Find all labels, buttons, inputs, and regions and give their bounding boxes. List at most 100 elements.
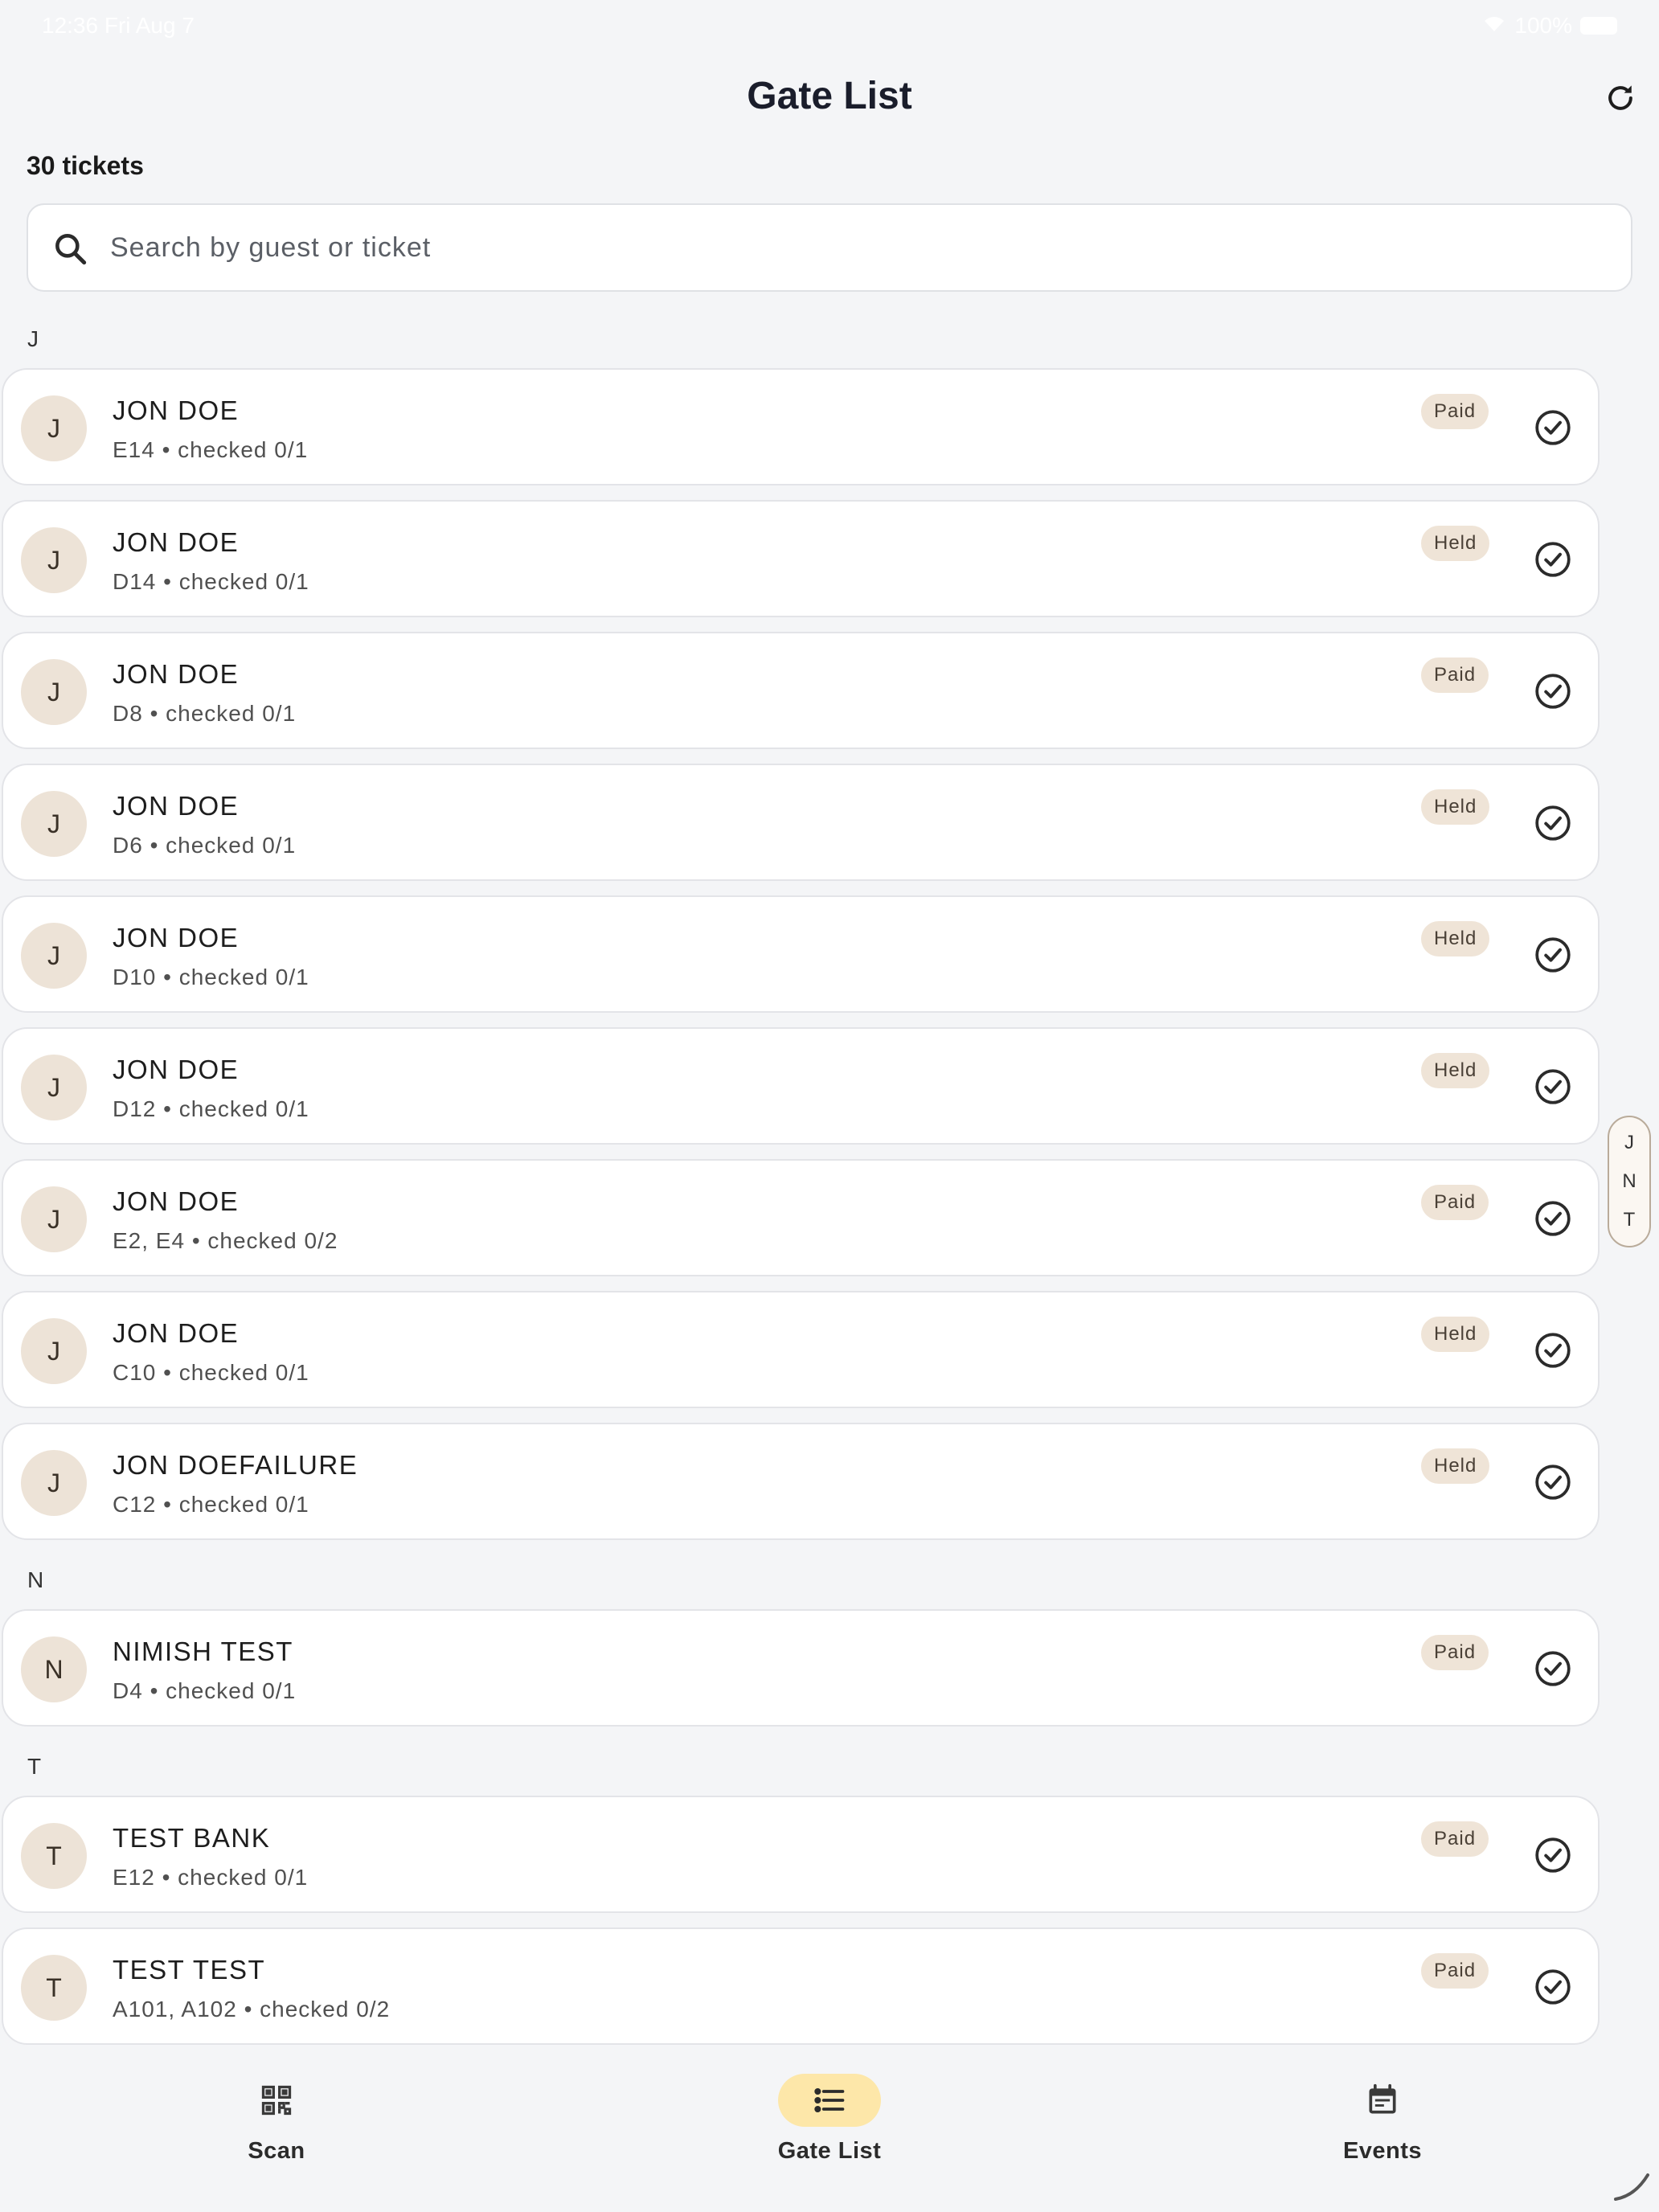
list-item[interactable]: T TEST TEST A101, A102 • checked 0/2 Paid	[2, 1927, 1600, 2045]
ticket-detail: D8 • checked 0/1	[113, 701, 297, 726]
list-item[interactable]: T TEST BANK E12 • checked 0/1 Paid	[2, 1796, 1600, 1913]
status-badge: Paid	[1421, 1953, 1489, 1989]
bottom-tab-bar: Scan Gate List Events	[0, 2056, 1659, 2212]
tab-events-icon-wrap	[1331, 2074, 1434, 2127]
index-letter[interactable]: N	[1622, 1170, 1636, 1193]
index-letter[interactable]: T	[1624, 1209, 1636, 1231]
status-badge: Paid	[1421, 1635, 1489, 1670]
avatar: J	[21, 791, 87, 857]
guest-name: JON DOE	[113, 1055, 240, 1084]
tab-gate-list-label: Gate List	[777, 2138, 882, 2164]
avatar: J	[21, 1318, 87, 1384]
refresh-button[interactable]	[1603, 80, 1638, 116]
avatar: J	[21, 1055, 87, 1120]
tab-scan-label: Scan	[248, 2138, 305, 2164]
list-icon	[814, 2087, 845, 2113]
list-item[interactable]: J JON DOE D6 • checked 0/1 Held	[2, 764, 1600, 881]
avatar: T	[21, 1955, 87, 2021]
status-badge: Held	[1421, 789, 1490, 825]
guest-name: TEST BANK	[113, 1823, 271, 1853]
check-circle-icon	[1533, 1464, 1573, 1505]
guest-name: JON DOE	[113, 923, 240, 952]
check-circle-icon	[1533, 937, 1573, 978]
list-item[interactable]: J JON DOE C10 • checked 0/1 Held	[2, 1291, 1600, 1408]
tab-scan-icon-wrap	[225, 2074, 328, 2127]
check-in-button[interactable]	[1533, 1330, 1573, 1370]
check-circle-icon	[1533, 1837, 1573, 1878]
ticket-detail: C12 • checked 0/1	[113, 1492, 309, 1517]
avatar: T	[21, 1823, 87, 1889]
ticket-detail: D4 • checked 0/1	[113, 1678, 297, 1703]
ticket-detail: E2, E4 • checked 0/2	[113, 1228, 338, 1253]
check-circle-icon	[1533, 542, 1573, 583]
status-badge: Paid	[1421, 394, 1489, 429]
index-letter[interactable]: J	[1624, 1132, 1634, 1154]
list-item[interactable]: J JON DOE D8 • checked 0/1 Paid	[2, 632, 1600, 749]
avatar: J	[21, 1450, 87, 1516]
list-item[interactable]: J JON DOE D10 • checked 0/1 Held	[2, 895, 1600, 1013]
list-item[interactable]: N NIMISH TEST D4 • checked 0/1 Paid	[2, 1609, 1600, 1727]
check-in-button[interactable]	[1533, 539, 1573, 580]
stylus-corner-icon	[1614, 2173, 1649, 2201]
check-in-button[interactable]	[1533, 1835, 1573, 1875]
check-in-button[interactable]	[1533, 671, 1573, 711]
tab-scan[interactable]: Scan	[156, 2074, 397, 2165]
avatar: J	[21, 1186, 87, 1252]
status-right: 100%	[1482, 13, 1617, 39]
check-circle-icon	[1533, 1201, 1573, 1242]
ticket-detail: E12 • checked 0/1	[113, 1865, 309, 1890]
list-item[interactable]: J JON DOE E14 • checked 0/1 Paid	[2, 368, 1600, 485]
status-time: 12:36 Fri Aug 7	[42, 13, 195, 38]
section-t: T T TEST BANK E12 • checked 0/1 Paid T TEST TE…	[0, 1743, 1608, 2045]
avatar: J	[21, 923, 87, 989]
list-item[interactable]: J JON DOE E2, E4 • checked 0/2 Paid	[2, 1159, 1600, 1276]
check-in-button[interactable]	[1533, 1198, 1573, 1239]
check-circle-icon	[1533, 1969, 1573, 2010]
avatar: J	[21, 395, 87, 461]
status-bar: 12:36 Fri Aug 7 100%	[0, 0, 1659, 51]
check-in-button[interactable]	[1533, 1462, 1573, 1502]
header: Gate List	[0, 64, 1659, 130]
list-item[interactable]: J JON DOE D14 • checked 0/1 Held	[2, 500, 1600, 617]
refresh-icon	[1608, 85, 1632, 110]
list-item[interactable]: J JON DOE D12 • checked 0/1 Held	[2, 1027, 1600, 1145]
check-in-button[interactable]	[1533, 1067, 1573, 1107]
tab-events[interactable]: Events	[1262, 2074, 1503, 2165]
battery-percent: 100%	[1514, 13, 1572, 38]
status-badge: Held	[1421, 526, 1490, 561]
section-j: J J JON DOE E14 • checked 0/1 Paid J JON DOE D1…	[0, 315, 1608, 1540]
wifi-icon	[1482, 13, 1506, 39]
status-badge: Held	[1421, 1053, 1490, 1088]
tab-gate-list-icon-wrap	[778, 2074, 881, 2127]
battery-icon	[1580, 17, 1617, 35]
check-circle-icon	[1533, 410, 1573, 451]
check-circle-icon	[1533, 674, 1573, 715]
check-in-button[interactable]	[1533, 1649, 1573, 1689]
tab-gate-list[interactable]: Gate List	[709, 2074, 950, 2165]
ticket-detail: A101, A102 • checked 0/2	[113, 1997, 391, 2022]
check-in-button[interactable]	[1533, 408, 1573, 448]
list-item[interactable]: J JON DOEFAILURE C12 • checked 0/1 Held	[2, 1423, 1600, 1540]
search-box[interactable]	[27, 203, 1632, 292]
check-circle-icon	[1533, 1333, 1573, 1374]
status-badge: Paid	[1421, 1821, 1489, 1857]
alphabet-index[interactable]: JNT	[1608, 1116, 1651, 1247]
avatar: N	[21, 1636, 87, 1702]
guest-name: JON DOE	[113, 659, 240, 689]
guest-name: TEST TEST	[113, 1955, 266, 1985]
avatar: J	[21, 527, 87, 593]
section-n: N N NIMISH TEST D4 • checked 0/1 Paid	[0, 1556, 1608, 1727]
section-header: T	[27, 1754, 42, 1779]
check-in-button[interactable]	[1533, 803, 1573, 843]
guest-name: JON DOEFAILURE	[113, 1450, 358, 1480]
qr-code-icon	[261, 2085, 292, 2116]
check-in-button[interactable]	[1533, 1967, 1573, 2007]
ticket-detail: D12 • checked 0/1	[113, 1096, 309, 1121]
section-header: J	[27, 326, 39, 351]
search-input[interactable]	[110, 205, 1605, 290]
guest-name: JON DOE	[113, 1318, 240, 1348]
status-badge: Paid	[1421, 1185, 1489, 1220]
check-circle-icon	[1533, 1069, 1573, 1110]
check-in-button[interactable]	[1533, 935, 1573, 975]
page-title: Gate List	[747, 75, 912, 117]
